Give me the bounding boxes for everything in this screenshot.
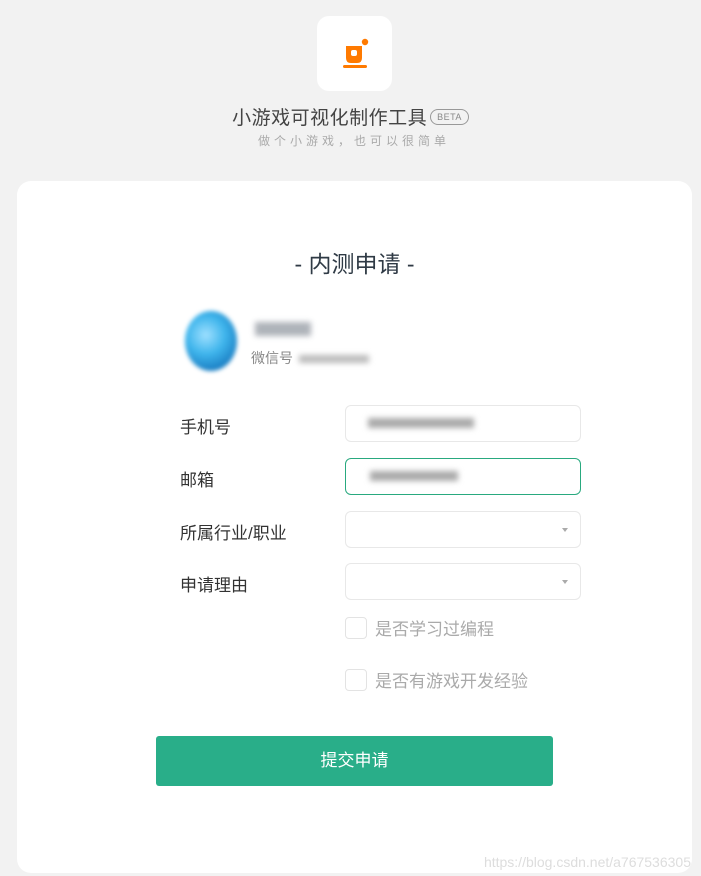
wechat-id-row: 微信号 (251, 348, 369, 368)
reason-select[interactable] (345, 563, 581, 600)
game-dev-checkbox-row[interactable]: 是否有游戏开发经验 (345, 667, 528, 692)
email-value-blurred (370, 471, 458, 481)
user-nickname-blurred (255, 322, 311, 336)
application-card: - 内测申请 - 微信号 手机号 邮箱 所属行业/职业 申请理由 是否学习过编程… (17, 181, 692, 873)
watermark: https://blog.csdn.net/a767536305 (483, 854, 691, 870)
email-input[interactable] (345, 458, 581, 495)
coffee-cup-icon (343, 38, 369, 68)
beta-badge: BETA (430, 108, 469, 125)
phone-value-blurred (368, 418, 474, 428)
app-logo (317, 16, 392, 91)
phone-label: 手机号 (180, 418, 231, 437)
programming-checkbox[interactable] (345, 616, 367, 639)
app-subtitle: 做个小游戏，也可以很简单 (257, 134, 450, 148)
form-title: - 内测申请 - (294, 251, 415, 277)
industry-select[interactable] (345, 511, 581, 548)
app-title-text: 小游戏可视化制作工具 (232, 108, 428, 129)
programming-checkbox-label: 是否学习过编程 (375, 620, 494, 639)
game-dev-checkbox[interactable] (345, 668, 367, 691)
programming-checkbox-row[interactable]: 是否学习过编程 (345, 615, 494, 640)
email-label: 邮箱 (180, 471, 214, 490)
chevron-down-icon (562, 528, 568, 532)
chevron-down-icon (562, 580, 568, 584)
wechat-id-blurred (299, 355, 369, 364)
phone-input[interactable] (345, 405, 581, 442)
avatar (185, 311, 237, 371)
game-dev-checkbox-label: 是否有游戏开发经验 (375, 672, 528, 691)
submit-button[interactable]: 提交申请 (156, 736, 553, 786)
industry-label: 所属行业/职业 (180, 524, 287, 543)
wechat-label: 微信号 (251, 350, 293, 366)
reason-label: 申请理由 (180, 576, 248, 595)
app-title: 小游戏可视化制作工具 BETA (0, 103, 701, 130)
